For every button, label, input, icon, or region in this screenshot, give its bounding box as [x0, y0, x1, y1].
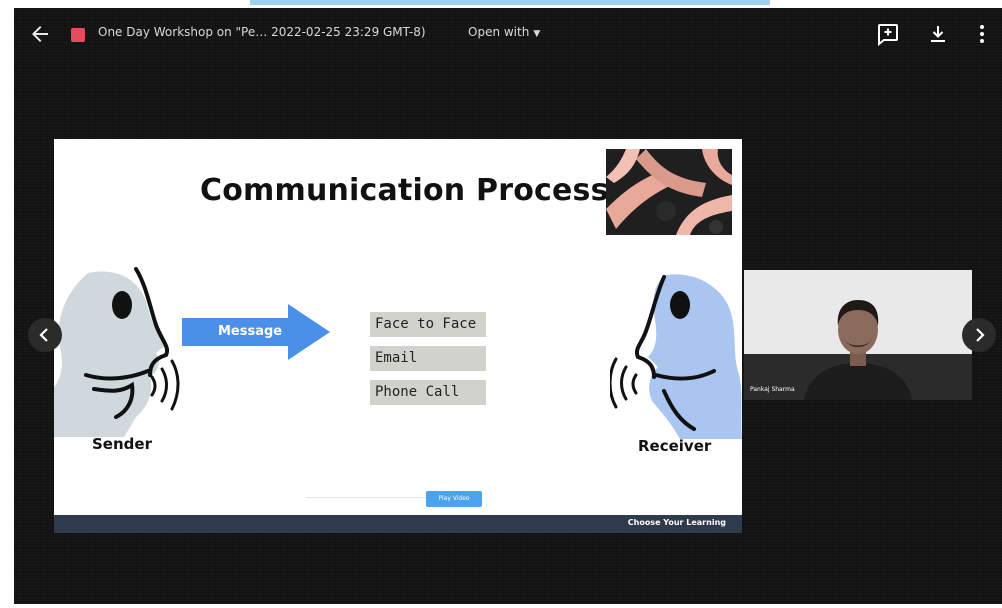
- viewer-header: One Day Workshop on "Pe… 2022-02-25 23:2…: [14, 8, 1002, 60]
- sender-figure: [54, 267, 180, 437]
- participant-video: Pankaj Sharma: [744, 270, 972, 400]
- slide-title: Communication Process: [200, 173, 609, 208]
- presentation-slide: Communication Process Sender Message Fac…: [54, 139, 742, 515]
- add-comment-icon[interactable]: [876, 22, 900, 46]
- chevron-left-icon: [39, 328, 48, 342]
- chevron-right-icon: [976, 328, 985, 342]
- play-video-button[interactable]: Play Video: [426, 491, 482, 507]
- file-viewer: One Day Workshop on "Pe… 2022-02-25 23:2…: [14, 8, 1002, 604]
- receiver-label: Receiver: [638, 437, 712, 455]
- next-page-button[interactable]: [962, 318, 996, 352]
- channel-face-to-face: Face to Face: [370, 312, 486, 337]
- participant-video-image: [744, 270, 972, 400]
- participant-name: Pankaj Sharma: [750, 386, 795, 393]
- channel-phone-call: Phone Call: [370, 380, 486, 405]
- chevron-down-icon: ▼: [533, 29, 541, 39]
- previous-page-button[interactable]: [28, 318, 62, 352]
- more-vert-icon[interactable]: [970, 22, 994, 46]
- file-title: One Day Workshop on "Pe… 2022-02-25 23:2…: [98, 25, 426, 39]
- slide-footer-text: Choose Your Learning: [627, 518, 726, 527]
- top-strip: [250, 0, 770, 5]
- download-icon[interactable]: [926, 22, 950, 46]
- channel-email: Email: [370, 346, 486, 371]
- back-arrow-icon[interactable]: [28, 22, 52, 46]
- open-with-button[interactable]: Open with ▼: [468, 25, 540, 39]
- receiver-figure: [610, 274, 742, 439]
- slide-footer: Choose Your Learning: [54, 515, 742, 533]
- pdf-file-icon: [71, 28, 85, 42]
- hands-photo: [606, 149, 732, 235]
- sender-label: Sender: [92, 435, 152, 453]
- open-with-label: Open with: [468, 25, 530, 39]
- message-label: Message: [218, 324, 283, 339]
